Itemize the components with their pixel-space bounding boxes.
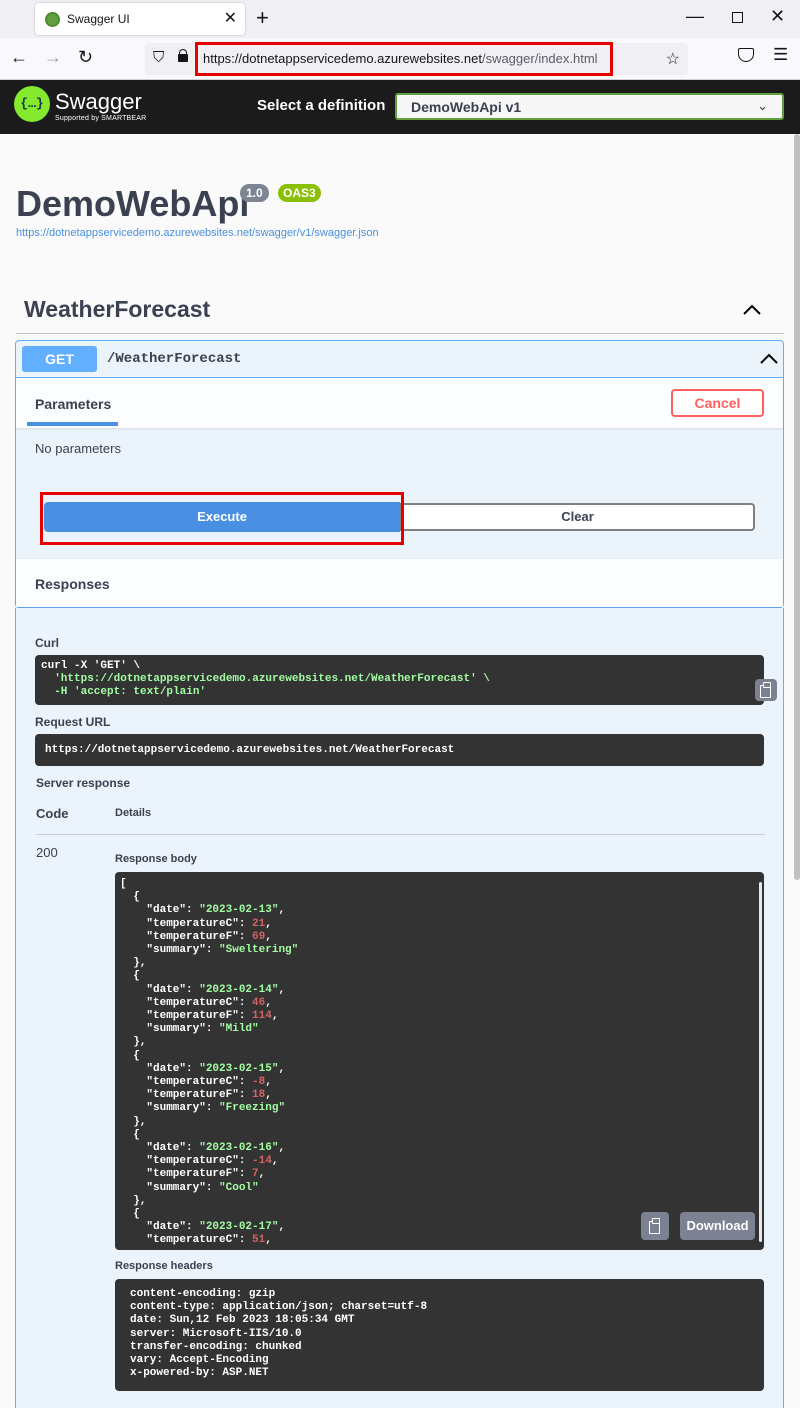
parameters-header: Parameters Cancel [16,378,783,428]
clear-button[interactable]: Clear [400,503,755,531]
tab-parameters[interactable]: Parameters [35,396,111,412]
curl-line: 'https://dotnetappservicedemo.azurewebsi… [41,673,490,686]
back-icon[interactable]: ← [10,46,28,68]
details-header: Details [115,807,152,819]
swagger-favicon-icon [45,12,60,27]
shield-icon[interactable]: ⛉ [153,49,164,66]
logo-subtitle: Supported by SMARTBEAR [55,115,147,122]
oas-badge: OAS3 [278,184,321,202]
responses-header: Responses [16,559,783,607]
menu-icon[interactable]: ☰ [773,45,788,65]
copy-icon [644,1215,666,1237]
response-body-label: Response body [115,853,197,865]
code-header: Code [36,806,69,821]
response-body-scrollbar[interactable] [759,882,762,1242]
request-url-text: https://dotnetappservicedemo.azurewebsit… [45,744,455,756]
pocket-icon[interactable] [738,48,754,62]
active-tab-underline [27,422,118,426]
copy-body-icon[interactable] [641,1212,669,1240]
lock-icon[interactable] [178,49,188,62]
definition-select[interactable]: DemoWebApi v1 ⌄ [395,93,784,120]
browser-nav-bar: ← → ↻ ⛉ https://dotnetappservicedemo.azu… [0,38,800,80]
maximize-icon[interactable] [732,12,743,23]
table-divider [36,834,765,835]
version-badge: 1.0 [240,184,269,202]
response-code: 200 [36,845,58,860]
curl-code-block[interactable]: curl -X 'GET' \ 'https://dotnetappservic… [35,655,777,705]
address-bar[interactable]: ⛉ https://dotnetappservicedemo.azurewebs… [145,42,688,76]
close-tab-icon[interactable]: ✕ [224,9,237,29]
no-parameters-text: No parameters [35,441,121,456]
operation-block: GET /WeatherForecast Parameters Cancel N… [15,340,784,608]
logo-text: Swagger [55,89,142,114]
minimize-icon[interactable]: — [686,6,704,27]
response-body-block[interactable]: [ { "date": "2023-02-13", "temperatureC"… [115,872,764,1250]
swagger-logo-icon[interactable]: {…} [14,86,50,122]
curl-line: curl -X 'GET' \ [41,660,141,672]
request-url-label: Request URL [35,715,111,729]
api-title: DemoWebApi [16,183,250,224]
forward-icon[interactable]: → [44,46,62,68]
cancel-button[interactable]: Cancel [671,389,764,417]
browser-tab-bar: Swagger UI ✕ + — ✕ [0,0,800,38]
response-headers-block[interactable]: content-encoding: gzip content-type: app… [115,1279,764,1391]
method-badge: GET [22,346,97,372]
copy-curl-icon[interactable] [755,679,777,701]
responses-title: Responses [35,576,110,592]
collapse-operation-icon[interactable] [760,351,778,367]
response-area: Curl curl -X 'GET' \ 'https://dotnetapps… [15,608,784,1408]
spec-url-link[interactable]: https://dotnetappservicedemo.azurewebsit… [16,227,379,239]
execute-highlight-box [40,492,404,545]
response-headers-text: content-encoding: gzip content-type: app… [130,1288,428,1380]
response-headers-label: Response headers [115,1260,213,1272]
close-window-icon[interactable]: ✕ [770,6,785,27]
download-button[interactable]: Download [680,1212,755,1240]
request-url-block[interactable]: https://dotnetappservicedemo.azurewebsit… [35,734,764,766]
curl-line: -H 'accept: text/plain' [41,686,207,699]
browser-tab[interactable]: Swagger UI ✕ [35,3,245,35]
server-response-label: Server response [36,776,131,790]
tag-title[interactable]: WeatherForecast [24,296,210,323]
swagger-topbar: {…} Swagger Supported by SMARTBEAR Selec… [0,80,800,134]
curl-label: Curl [35,636,59,650]
response-body-json: [ { "date": "2023-02-13", "temperatureC"… [120,878,299,1247]
page-scrollbar[interactable] [794,134,800,880]
tab-title: Swagger UI [67,12,130,26]
url-highlight-box [195,42,613,76]
operation-summary[interactable]: GET /WeatherForecast [16,341,783,378]
chevron-down-icon: ⌄ [757,98,768,113]
select-definition-label: Select a definition [257,97,386,114]
operation-path: /WeatherForecast [107,351,242,367]
bookmark-star-icon[interactable]: ☆ [666,49,680,69]
reload-icon[interactable]: ↻ [78,46,93,68]
definition-select-value: DemoWebApi v1 [411,99,522,115]
collapse-tag-icon[interactable] [742,300,762,320]
tag-divider [16,333,784,334]
new-tab-icon[interactable]: + [256,6,269,30]
